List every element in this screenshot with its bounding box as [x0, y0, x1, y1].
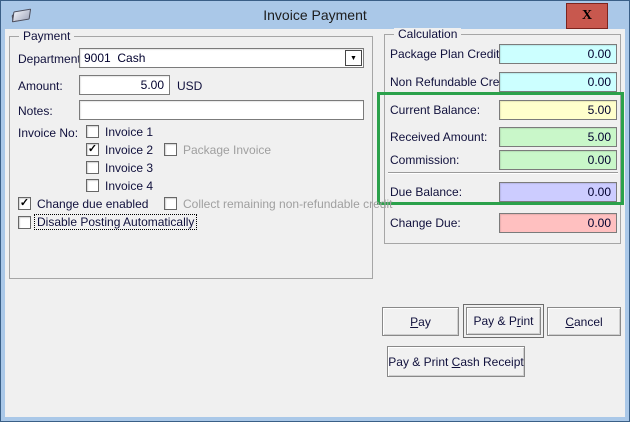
commission-value: 0.00	[499, 150, 617, 170]
cancel-button[interactable]: Cancel	[547, 307, 621, 336]
amount-input[interactable]: 5.00	[79, 75, 170, 95]
notes-label: Notes:	[18, 104, 53, 118]
current-balance-label: Current Balance:	[390, 103, 481, 117]
pay-and-print-label-post: int	[520, 314, 534, 328]
cancel-button-label-post: ancel	[573, 314, 603, 329]
amount-label: Amount:	[18, 79, 63, 93]
change-due-value: 0.00	[499, 213, 617, 233]
pay-and-print-button[interactable]: Pay & Pr int	[466, 307, 541, 335]
invoice-2-checkbox[interactable]: ✓	[86, 143, 99, 156]
invoice-payment-dialog: Invoice Payment X Payment Department: 90…	[0, 0, 630, 422]
close-icon: X	[581, 8, 593, 23]
non-refundable-credit-value: 0.00	[499, 72, 617, 92]
received-amount-value: 5.00	[499, 127, 617, 147]
payment-groupbox	[9, 36, 373, 279]
invoice-1-checkbox[interactable]	[86, 125, 99, 138]
chevron-down-icon: ▼	[350, 54, 357, 62]
due-balance-value: 0.00	[499, 182, 617, 202]
close-button[interactable]: X	[566, 3, 608, 29]
disable-posting-checkbox[interactable]	[18, 216, 31, 229]
cancel-button-label-mnemonic: C	[565, 314, 574, 329]
package-plan-credit-value: 0.00	[499, 44, 617, 64]
non-refundable-credit-label: Non Refundable Credit:	[390, 75, 516, 89]
calculation-group-label: Calculation	[394, 28, 462, 40]
department-label: Department:	[18, 52, 85, 66]
pay-print-cash-label-pre: Pay & Print	[388, 354, 452, 369]
department-value: 9001 Cash	[84, 51, 146, 65]
department-combobox[interactable]: 9001 Cash ▼	[79, 48, 364, 68]
invoice-2-label[interactable]: Invoice 2	[105, 143, 153, 157]
current-balance-value: 5.00	[499, 100, 617, 120]
currency-label: USD	[177, 79, 203, 93]
pay-and-print-label-pre: Pay & P	[473, 314, 517, 328]
invoice-1-label[interactable]: Invoice 1	[105, 125, 153, 139]
window-title: Invoice Payment	[263, 7, 367, 23]
pay-and-print-button-ring: Pay & Pr int	[463, 304, 544, 338]
disable-posting-label[interactable]: Disable Posting Automatically	[34, 214, 198, 230]
change-due-enabled-checkbox[interactable]: ✓	[18, 197, 31, 210]
due-balance-label: Due Balance:	[390, 185, 463, 199]
change-due-enabled-label[interactable]: Change due enabled	[37, 197, 148, 211]
pay-button[interactable]: Pay	[382, 307, 459, 336]
invoice-no-label: Invoice No:	[18, 126, 79, 140]
invoice-4-checkbox[interactable]	[86, 179, 99, 192]
received-amount-label: Received Amount:	[390, 130, 488, 144]
titlebar: Invoice Payment X	[1, 1, 629, 29]
pay-button-label-post: ay	[418, 314, 431, 329]
invoice-3-checkbox[interactable]	[86, 161, 99, 174]
collect-remaining-label: Collect remaining non-refundable credit	[183, 197, 393, 211]
pay-and-print-cash-receipt-button[interactable]: Pay & Print Cash Receipt	[387, 346, 525, 377]
pay-button-label-mnemonic: P	[410, 314, 419, 329]
package-invoice-label: Package Invoice	[183, 143, 272, 157]
department-dropdown-button[interactable]: ▼	[345, 50, 362, 66]
invoice-4-label[interactable]: Invoice 4	[105, 179, 153, 193]
change-due-label: Change Due:	[390, 216, 461, 230]
payment-group-label: Payment	[19, 30, 75, 42]
pay-print-cash-label-post: ash Receipt	[460, 354, 524, 369]
invoice-3-label[interactable]: Invoice 3	[105, 161, 153, 175]
pay-print-cash-label-mnemonic: C	[451, 354, 461, 369]
notes-input[interactable]	[79, 100, 364, 120]
package-plan-credit-label: Package Plan Credit:	[390, 47, 503, 61]
package-invoice-checkbox	[164, 143, 177, 156]
commission-label: Commission:	[390, 153, 460, 167]
calculation-divider	[388, 172, 618, 173]
collect-remaining-checkbox	[164, 197, 177, 210]
